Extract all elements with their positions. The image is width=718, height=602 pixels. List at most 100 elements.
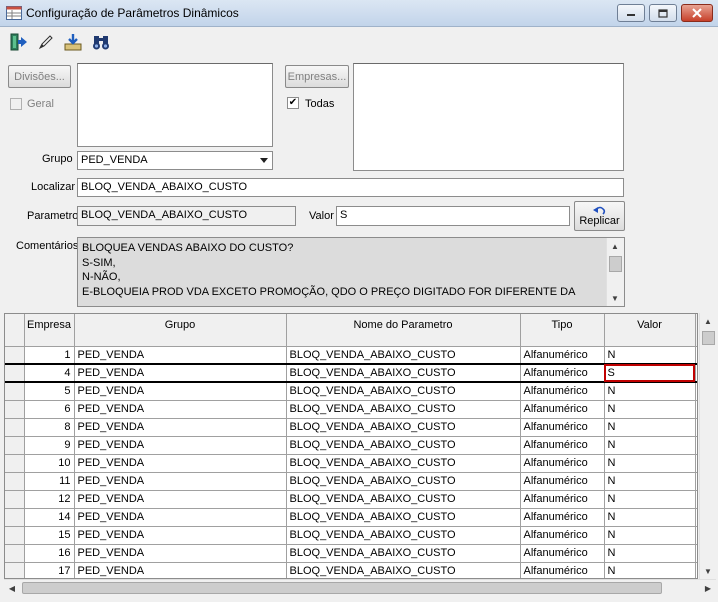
cell-grupo[interactable]: PED_VENDA: [74, 363, 287, 383]
row-indicator[interactable]: [5, 526, 25, 545]
column-header-extra[interactable]: [695, 314, 697, 347]
cell-extra[interactable]: [695, 508, 697, 527]
todas-checkbox[interactable]: ✔: [287, 97, 299, 109]
minimize-button[interactable]: [617, 4, 645, 22]
cell-extra[interactable]: [695, 544, 697, 563]
cell-grupo[interactable]: PED_VENDA: [74, 472, 287, 491]
table-row[interactable]: 8 PED_VENDA BLOQ_VENDA_ABAIXO_CUSTO Alfanum…: [5, 418, 697, 437]
scroll-up-button[interactable]: ▲: [607, 238, 623, 254]
divisoes-list[interactable]: [77, 63, 273, 147]
maximize-button[interactable]: [649, 4, 677, 22]
scroll-down-button[interactable]: ▼: [607, 290, 623, 306]
divisoes-button[interactable]: Divisões...: [8, 65, 71, 88]
cell-valor[interactable]: N: [604, 472, 696, 491]
close-button[interactable]: [681, 4, 713, 22]
grid-scroll-down-button[interactable]: ▼: [700, 563, 716, 579]
cell-nome-parametro[interactable]: BLOQ_VENDA_ABAIXO_CUSTO: [286, 436, 521, 455]
cell-nome-parametro[interactable]: BLOQ_VENDA_ABAIXO_CUSTO: [286, 490, 521, 509]
cell-tipo[interactable]: Alfanumérico: [520, 346, 605, 365]
row-indicator[interactable]: [5, 346, 25, 365]
table-row[interactable]: 5 PED_VENDA BLOQ_VENDA_ABAIXO_CUSTO Alfanum…: [5, 382, 697, 401]
grid-vertical-scrollbar[interactable]: ▲ ▼: [699, 313, 716, 579]
table-row[interactable]: 10 PED_VENDA BLOQ_VENDA_ABAIXO_CUSTO Alfanu…: [5, 454, 697, 473]
cell-empresa[interactable]: 6: [24, 400, 75, 419]
cell-nome-parametro[interactable]: BLOQ_VENDA_ABAIXO_CUSTO: [286, 454, 521, 473]
column-header-empresa[interactable]: Empresa: [24, 314, 75, 347]
find-button[interactable]: [88, 30, 113, 54]
cell-tipo[interactable]: Alfanumérico: [520, 418, 605, 437]
cell-empresa[interactable]: 10: [24, 454, 75, 473]
cell-nome-parametro[interactable]: BLOQ_VENDA_ABAIXO_CUSTO: [286, 346, 521, 365]
grupo-select[interactable]: PED_VENDA: [77, 151, 273, 170]
cell-grupo[interactable]: PED_VENDA: [74, 454, 287, 473]
cell-valor[interactable]: N: [604, 526, 696, 545]
scrollbar-thumb[interactable]: [609, 256, 622, 272]
cell-nome-parametro[interactable]: BLOQ_VENDA_ABAIXO_CUSTO: [286, 400, 521, 419]
grid-horizontal-scrollbar[interactable]: ◀ ▶: [4, 579, 716, 596]
cell-grupo[interactable]: PED_VENDA: [74, 490, 287, 509]
table-row[interactable]: 1 PED_VENDA BLOQ_VENDA_ABAIXO_CUSTO Alfanum…: [5, 346, 697, 365]
cell-grupo[interactable]: PED_VENDA: [74, 418, 287, 437]
cell-valor[interactable]: N: [604, 400, 696, 419]
cell-extra[interactable]: 2: [695, 346, 697, 365]
table-row[interactable]: 4 PED_VENDA BLOQ_VENDA_ABAIXO_CUSTO Alfanum…: [5, 363, 697, 383]
table-row[interactable]: 9 PED_VENDA BLOQ_VENDA_ABAIXO_CUSTO Alfanum…: [5, 436, 697, 455]
cell-empresa[interactable]: 4: [24, 363, 75, 383]
cell-valor[interactable]: N: [604, 562, 696, 578]
empresas-button[interactable]: Empresas...: [285, 65, 349, 88]
cell-empresa[interactable]: 15: [24, 526, 75, 545]
table-row[interactable]: 12 PED_VENDA BLOQ_VENDA_ABAIXO_CUSTO Alfanu…: [5, 490, 697, 509]
cell-nome-parametro[interactable]: BLOQ_VENDA_ABAIXO_CUSTO: [286, 508, 521, 527]
comentarios-scrollbar[interactable]: ▲ ▼: [606, 238, 624, 306]
cell-grupo[interactable]: PED_VENDA: [74, 562, 287, 578]
cell-empresa[interactable]: 5: [24, 382, 75, 401]
column-header-grupo[interactable]: Grupo: [74, 314, 287, 347]
cell-nome-parametro[interactable]: BLOQ_VENDA_ABAIXO_CUSTO: [286, 526, 521, 545]
row-indicator[interactable]: [5, 508, 25, 527]
row-indicator[interactable]: [5, 382, 25, 401]
cell-tipo[interactable]: Alfanumérico: [520, 526, 605, 545]
cell-grupo[interactable]: PED_VENDA: [74, 346, 287, 365]
row-indicator[interactable]: [5, 418, 25, 437]
save-button[interactable]: [60, 30, 85, 54]
row-indicator[interactable]: [5, 472, 25, 491]
cell-tipo[interactable]: Alfanumérico: [520, 436, 605, 455]
cell-extra[interactable]: [695, 490, 697, 509]
cell-tipo[interactable]: Alfanumérico: [520, 490, 605, 509]
row-indicator[interactable]: [5, 490, 25, 509]
row-indicator[interactable]: [5, 454, 25, 473]
grid-scroll-right-button[interactable]: ▶: [700, 580, 716, 596]
cell-empresa[interactable]: 11: [24, 472, 75, 491]
cell-tipo[interactable]: Alfanumérico: [520, 544, 605, 563]
cell-nome-parametro[interactable]: BLOQ_VENDA_ABAIXO_CUSTO: [286, 363, 521, 383]
cell-empresa[interactable]: 1: [24, 346, 75, 365]
cell-empresa[interactable]: 8: [24, 418, 75, 437]
cell-valor[interactable]: N: [604, 454, 696, 473]
valor-input[interactable]: S: [336, 206, 570, 226]
table-row[interactable]: 14 PED_VENDA BLOQ_VENDA_ABAIXO_CUSTO Alfanu…: [5, 508, 697, 527]
grid-hscrollbar-thumb[interactable]: [22, 582, 662, 594]
empresas-list[interactable]: [353, 63, 624, 171]
table-row[interactable]: 6 PED_VENDA BLOQ_VENDA_ABAIXO_CUSTO Alfanum…: [5, 400, 697, 419]
table-row[interactable]: 15 PED_VENDA BLOQ_VENDA_ABAIXO_CUSTO Alfanu…: [5, 526, 697, 545]
cell-valor[interactable]: N: [604, 490, 696, 509]
row-indicator[interactable]: [5, 363, 25, 383]
cell-extra[interactable]: [695, 436, 697, 455]
cell-valor[interactable]: S: [604, 363, 696, 383]
comentarios-memo[interactable]: BLOQUEA VENDAS ABAIXO DO CUSTO? S-SIM, N…: [77, 237, 625, 307]
column-header-nome-parametro[interactable]: Nome do Parametro: [286, 314, 521, 347]
cell-grupo[interactable]: PED_VENDA: [74, 436, 287, 455]
grupo-dropdown-button[interactable]: [256, 153, 271, 168]
row-indicator[interactable]: [5, 436, 25, 455]
cell-valor[interactable]: N: [604, 346, 696, 365]
cell-empresa[interactable]: 9: [24, 436, 75, 455]
cell-nome-parametro[interactable]: BLOQ_VENDA_ABAIXO_CUSTO: [286, 562, 521, 578]
cell-nome-parametro[interactable]: BLOQ_VENDA_ABAIXO_CUSTO: [286, 382, 521, 401]
cell-empresa[interactable]: 14: [24, 508, 75, 527]
cell-tipo[interactable]: Alfanumérico: [520, 400, 605, 419]
cell-extra[interactable]: [695, 472, 697, 491]
table-row[interactable]: 11 PED_VENDA BLOQ_VENDA_ABAIXO_CUSTO Alfanu…: [5, 472, 697, 491]
title-bar[interactable]: Configuração de Parâmetros Dinâmicos: [0, 0, 718, 27]
column-header-tipo[interactable]: Tipo: [520, 314, 605, 347]
cell-tipo[interactable]: Alfanumérico: [520, 382, 605, 401]
